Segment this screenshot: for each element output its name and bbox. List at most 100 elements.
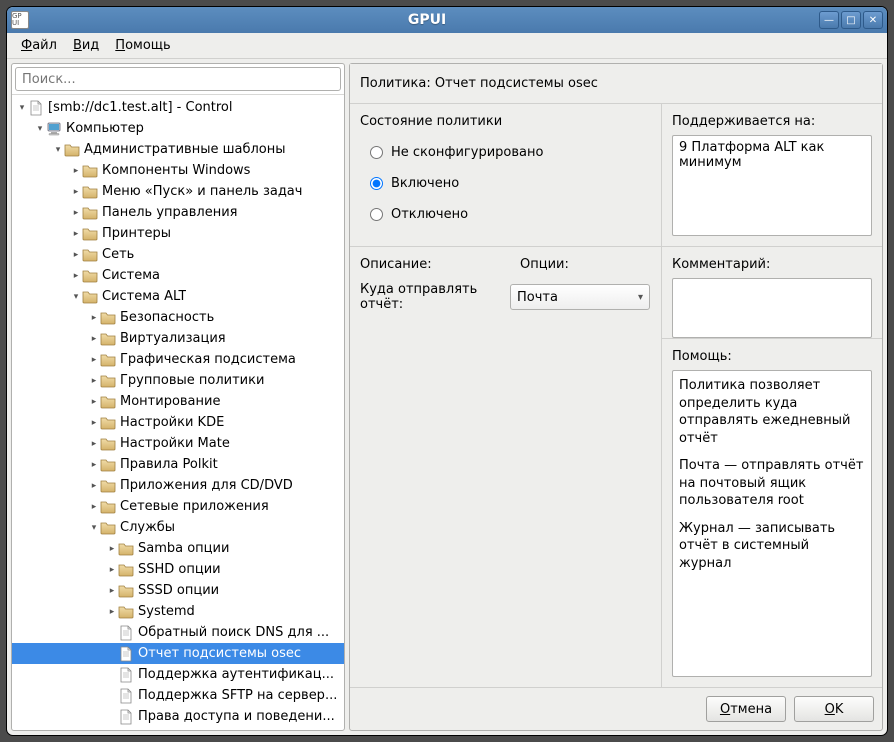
policy-tree[interactable]: ▾[smb://dc1.test.alt] - Control▾Компьюте… bbox=[12, 95, 344, 730]
collapse-icon[interactable]: ▾ bbox=[16, 103, 28, 113]
menu-Вид[interactable]: Вид bbox=[65, 35, 107, 56]
tree-item[interactable]: Поддержка SFTP на сервер... bbox=[12, 685, 344, 706]
tree-item[interactable]: ▸Групповые политики bbox=[12, 370, 344, 391]
tree-item[interactable]: ▸Графическая подсистема bbox=[12, 349, 344, 370]
tree-item[interactable]: Поддержка аутентификац... bbox=[12, 664, 344, 685]
tree-label: Принтеры bbox=[102, 226, 171, 241]
expand-icon[interactable]: ▸ bbox=[70, 166, 82, 176]
expand-icon[interactable]: ▸ bbox=[106, 586, 118, 596]
tree-item[interactable]: ▸Панель управления bbox=[12, 202, 344, 223]
tree-item[interactable]: ▸SSHD опции bbox=[12, 559, 344, 580]
radio-2[interactable]: Отключено bbox=[370, 201, 651, 228]
expand-icon[interactable]: ▸ bbox=[70, 271, 82, 281]
expand-icon[interactable]: ▸ bbox=[88, 460, 100, 470]
radio-label: Включено bbox=[391, 176, 459, 191]
help-title: Помощь: bbox=[672, 349, 872, 364]
tree-item[interactable]: ▸ Принтеры bbox=[12, 223, 344, 244]
tree-item[interactable]: Отчет подсистемы osec bbox=[12, 643, 344, 664]
tree-item[interactable]: ▸Настройки KDE bbox=[12, 412, 344, 433]
tree-item[interactable]: ▸Systemd bbox=[12, 601, 344, 622]
menu-Файл[interactable]: Файл bbox=[13, 35, 65, 56]
tree-item[interactable]: ▸ Безопасность bbox=[12, 307, 344, 328]
expand-icon[interactable]: ▸ bbox=[88, 502, 100, 512]
tree-item[interactable]: ▸Сеть bbox=[12, 244, 344, 265]
ok-button[interactable]: OK bbox=[794, 696, 874, 722]
collapse-icon[interactable]: ▾ bbox=[88, 523, 100, 533]
radio-input[interactable] bbox=[370, 146, 383, 159]
tree-item[interactable]: ▸Настройки Mate bbox=[12, 433, 344, 454]
expand-icon[interactable]: ▸ bbox=[70, 208, 82, 218]
close-button[interactable]: ✕ bbox=[863, 11, 883, 29]
help-box: Помощь: Политика позволяет определить ку… bbox=[662, 339, 882, 687]
comment-field[interactable] bbox=[672, 278, 872, 338]
app-icon: GP UI bbox=[11, 11, 29, 29]
tree-label: Меню «Пуск» и панель задач bbox=[102, 184, 302, 199]
collapse-icon[interactable]: ▾ bbox=[70, 292, 82, 302]
tree-label: Монтирование bbox=[120, 394, 220, 409]
tree-item[interactable]: ▸ Виртуализация bbox=[12, 328, 344, 349]
collapse-icon[interactable]: ▾ bbox=[52, 145, 64, 155]
radio-1[interactable]: Включено bbox=[370, 170, 651, 197]
tree-item[interactable]: ▾Компьютер bbox=[12, 118, 344, 139]
expand-icon[interactable]: ▸ bbox=[70, 229, 82, 239]
tree-item[interactable]: Права доступа и поведени... bbox=[12, 706, 344, 727]
tree-item[interactable]: ▸SSSD опции bbox=[12, 580, 344, 601]
expand-icon[interactable]: ▸ bbox=[106, 607, 118, 617]
comment-title: Комментарий: bbox=[672, 257, 872, 272]
tree-item[interactable]: Обратный поиск DNS для ... bbox=[12, 622, 344, 643]
expand-icon[interactable]: ▸ bbox=[88, 418, 100, 428]
expand-icon[interactable]: ▸ bbox=[88, 355, 100, 365]
help-paragraph: Политика позволяет определить куда отпра… bbox=[679, 377, 865, 447]
tree-label: Виртуализация bbox=[120, 331, 226, 346]
search-input[interactable] bbox=[15, 67, 341, 91]
folder-icon bbox=[64, 142, 80, 158]
tree-item[interactable]: ▸Система bbox=[12, 265, 344, 286]
tree-label: Правила Polkit bbox=[120, 457, 218, 472]
tree-item[interactable]: ▾Система ALT bbox=[12, 286, 344, 307]
details-pane: Политика: Отчет подсистемы osec Состояни… bbox=[349, 63, 883, 731]
tree-label: Приложения для CD/DVD bbox=[120, 478, 293, 493]
radio-label: Не сконфигурировано bbox=[391, 145, 543, 160]
titlebar[interactable]: GP UI GPUI — □ ✕ bbox=[7, 7, 887, 33]
description-title: Описание: bbox=[360, 257, 500, 272]
radio-input[interactable] bbox=[370, 208, 383, 221]
expand-icon[interactable]: ▸ bbox=[70, 250, 82, 260]
maximize-button[interactable]: □ bbox=[841, 11, 861, 29]
supported-box: Поддерживается на: 9 Платформа ALT как м… bbox=[662, 104, 882, 247]
collapse-icon[interactable]: ▾ bbox=[34, 124, 46, 134]
expand-icon[interactable]: ▸ bbox=[88, 439, 100, 449]
cancel-button[interactable]: Отмена bbox=[706, 696, 786, 722]
tree-label: Безопасность bbox=[120, 310, 214, 325]
expand-icon[interactable]: ▸ bbox=[88, 313, 100, 323]
option-label: Куда отправлять отчёт: bbox=[360, 282, 500, 312]
expand-icon[interactable]: ▸ bbox=[106, 544, 118, 554]
tree-item[interactable]: Проверка сертификата пр... bbox=[12, 727, 344, 730]
radio-input[interactable] bbox=[370, 177, 383, 190]
minimize-button[interactable]: — bbox=[819, 11, 839, 29]
combobox-value: Почта bbox=[517, 290, 558, 305]
tree-label: Samba опции bbox=[138, 541, 229, 556]
state-box: Состояние политики Не сконфигурированоВк… bbox=[350, 104, 662, 247]
destination-combobox[interactable]: Почта bbox=[510, 284, 650, 310]
tree-item[interactable]: ▸ Монтирование bbox=[12, 391, 344, 412]
tree-label: Сетевые приложения bbox=[120, 499, 269, 514]
tree-item[interactable]: ▸ Сетевые приложения bbox=[12, 496, 344, 517]
expand-icon[interactable]: ▸ bbox=[70, 187, 82, 197]
computer-icon bbox=[46, 121, 62, 137]
tree-item[interactable]: ▸ Приложения для CD/DVD bbox=[12, 475, 344, 496]
expand-icon[interactable]: ▸ bbox=[106, 565, 118, 575]
left-pane: ▾[smb://dc1.test.alt] - Control▾Компьюте… bbox=[11, 63, 345, 731]
expand-icon[interactable]: ▸ bbox=[88, 376, 100, 386]
expand-icon[interactable]: ▸ bbox=[88, 397, 100, 407]
tree-item[interactable]: ▾Службы bbox=[12, 517, 344, 538]
policy-header-prefix: Политика: bbox=[360, 76, 435, 91]
tree-item[interactable]: ▸ Правила Polkit bbox=[12, 454, 344, 475]
expand-icon[interactable]: ▸ bbox=[88, 334, 100, 344]
tree-label: Обратный поиск DNS для ... bbox=[138, 625, 329, 640]
supported-title: Поддерживается на: bbox=[672, 114, 872, 129]
radio-0[interactable]: Не сконфигурировано bbox=[370, 139, 651, 166]
tree-item[interactable]: ▸ Samba опции bbox=[12, 538, 344, 559]
tree-label: Права доступа и поведени... bbox=[138, 709, 335, 724]
expand-icon[interactable]: ▸ bbox=[88, 481, 100, 491]
menu-Помощь[interactable]: Помощь bbox=[107, 35, 178, 56]
